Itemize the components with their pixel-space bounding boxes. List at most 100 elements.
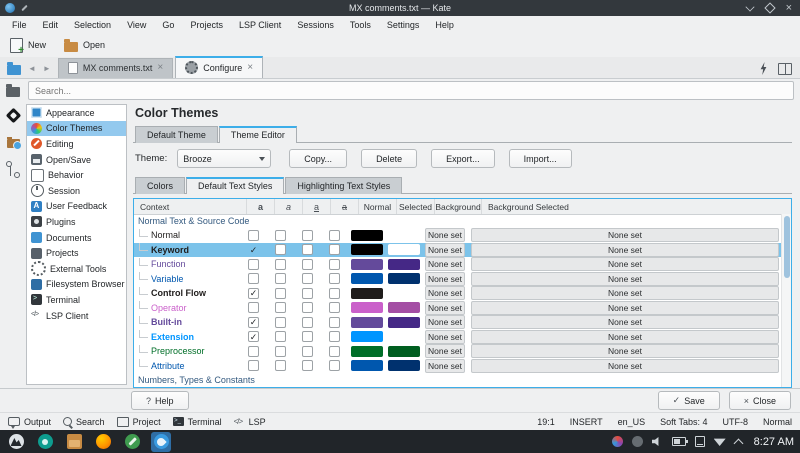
- sidebar-item-lsp-client[interactable]: LSP Client: [27, 308, 126, 324]
- normal-color-swatch[interactable]: [351, 288, 383, 299]
- help-button[interactable]: ? Help: [131, 391, 189, 410]
- sidebar-item-editing[interactable]: Editing: [27, 136, 126, 152]
- sidebar-item-open-save[interactable]: Open/Save: [27, 152, 126, 168]
- tab-default-text-styles[interactable]: Default Text Styles: [186, 177, 284, 194]
- style-checkbox-underline[interactable]: [302, 230, 313, 241]
- status-input-mode[interactable]: INSERT: [570, 417, 603, 427]
- style-row-operator[interactable]: OperatorNone setNone set: [134, 301, 782, 316]
- sidebar-item-plugins[interactable]: Plugins: [27, 214, 126, 230]
- taskbar-mx-updater-icon[interactable]: [35, 432, 55, 452]
- style-checkbox-strikethrough[interactable]: [329, 244, 340, 255]
- tab-theme-editor[interactable]: Theme Editor: [219, 126, 297, 143]
- style-checkbox-italic[interactable]: [275, 331, 286, 342]
- selected-color-swatch[interactable]: [388, 331, 420, 342]
- style-checkbox-strikethrough[interactable]: [329, 230, 340, 241]
- style-checkbox-bold[interactable]: [248, 302, 259, 313]
- background-button[interactable]: None set: [425, 228, 465, 242]
- sidebar-item-projects[interactable]: Projects: [27, 245, 126, 261]
- style-checkbox-bold[interactable]: [248, 273, 259, 284]
- normal-color-swatch[interactable]: [351, 259, 383, 270]
- import-button[interactable]: Import...: [509, 149, 572, 168]
- style-checkbox-strikethrough[interactable]: [329, 273, 340, 284]
- sidebar-item-terminal[interactable]: Terminal: [27, 292, 126, 308]
- style-checkbox-bold[interactable]: [248, 346, 259, 357]
- style-checkbox-underline[interactable]: [302, 302, 313, 313]
- style-checkbox-italic[interactable]: [275, 302, 286, 313]
- style-checkbox-italic[interactable]: [275, 360, 286, 371]
- git-branch-icon[interactable]: [10, 164, 21, 176]
- menu-lsp-client[interactable]: LSP Client: [231, 18, 289, 32]
- normal-color-swatch[interactable]: [351, 360, 383, 371]
- export-button[interactable]: Export...: [431, 149, 495, 168]
- tray-chameleon-icon[interactable]: [612, 436, 623, 447]
- style-row-extension[interactable]: Extension✓None setNone set: [134, 330, 782, 345]
- menu-sessions[interactable]: Sessions: [289, 18, 342, 32]
- background-selected-button[interactable]: None set: [471, 286, 779, 300]
- toolview-toggle-output[interactable]: Output: [8, 417, 51, 427]
- menu-file[interactable]: File: [4, 18, 35, 32]
- background-selected-button[interactable]: None set: [471, 330, 779, 344]
- selected-color-swatch[interactable]: [388, 259, 420, 270]
- tab-close-icon[interactable]: ×: [157, 64, 163, 72]
- style-checkbox-underline[interactable]: [302, 288, 313, 299]
- toolview-toggle-project[interactable]: Project: [117, 417, 161, 427]
- theme-select[interactable]: Brooze: [177, 149, 271, 168]
- tray-chevron-up-icon[interactable]: [733, 438, 743, 448]
- menu-settings[interactable]: Settings: [379, 18, 428, 32]
- normal-color-swatch[interactable]: [351, 230, 383, 241]
- selected-color-swatch[interactable]: [388, 273, 420, 284]
- style-checkbox-underline[interactable]: [302, 317, 313, 328]
- toolview-toggle-terminal[interactable]: Terminal: [173, 417, 222, 427]
- clock[interactable]: 8:27 AM: [754, 436, 794, 448]
- sidebar-item-filesystem-browser[interactable]: Filesystem Browser: [27, 277, 126, 293]
- style-checkbox-bold[interactable]: ✓: [248, 244, 259, 255]
- split-view-icon[interactable]: [778, 63, 792, 75]
- style-row-keyword[interactable]: Keyword✓None setNone set: [134, 243, 782, 258]
- style-checkbox-strikethrough[interactable]: [329, 302, 340, 313]
- style-checkbox-strikethrough[interactable]: [329, 317, 340, 328]
- tab-back-icon[interactable]: ◄: [28, 64, 36, 73]
- close-button[interactable]: × Close: [729, 391, 791, 410]
- style-checkbox-underline[interactable]: [302, 331, 313, 342]
- status-tab-settings[interactable]: Soft Tabs: 4: [660, 417, 707, 427]
- style-checkbox-underline[interactable]: [302, 346, 313, 357]
- background-selected-button[interactable]: None set: [471, 359, 779, 373]
- style-checkbox-bold[interactable]: ✓: [248, 288, 259, 299]
- background-button[interactable]: None set: [425, 344, 465, 358]
- style-checkbox-italic[interactable]: [275, 288, 286, 299]
- recent-documents-icon[interactable]: [7, 139, 20, 148]
- tray-volume-icon[interactable]: [652, 437, 663, 447]
- save-button[interactable]: ✓ Save: [658, 391, 720, 410]
- style-checkbox-italic[interactable]: [275, 230, 286, 241]
- style-row-built-in[interactable]: Built-in✓None setNone set: [134, 315, 782, 330]
- taskbar-mx-tools-icon[interactable]: [122, 432, 142, 452]
- new-button[interactable]: New: [10, 38, 46, 53]
- style-checkbox-underline[interactable]: [302, 244, 313, 255]
- style-checkbox-bold[interactable]: ✓: [248, 331, 259, 342]
- status-cursor-position[interactable]: 19:1: [537, 417, 555, 427]
- style-checkbox-underline[interactable]: [302, 360, 313, 371]
- background-selected-button[interactable]: None set: [471, 257, 779, 271]
- menu-help[interactable]: Help: [427, 18, 462, 32]
- tab-close-icon[interactable]: ×: [247, 64, 253, 72]
- background-selected-button[interactable]: None set: [471, 243, 779, 257]
- selected-color-swatch[interactable]: [388, 360, 420, 371]
- normal-color-swatch[interactable]: [351, 317, 383, 328]
- menu-view[interactable]: View: [119, 18, 154, 32]
- background-button[interactable]: None set: [425, 315, 465, 329]
- tab-forward-icon[interactable]: ►: [43, 64, 51, 73]
- selected-color-swatch[interactable]: [388, 317, 420, 328]
- style-checkbox-bold[interactable]: ✓: [248, 317, 259, 328]
- taskbar-mx-launcher-icon[interactable]: [6, 432, 26, 452]
- tab-colors[interactable]: Colors: [135, 177, 185, 194]
- menu-tools[interactable]: Tools: [342, 18, 379, 32]
- taskbar-firefox-icon[interactable]: [93, 432, 113, 452]
- quick-open-lightning-icon[interactable]: [759, 62, 768, 75]
- normal-color-swatch[interactable]: [351, 331, 383, 342]
- copy-button[interactable]: Copy...: [289, 149, 347, 168]
- toolview-toggle-lsp[interactable]: LSP: [234, 417, 266, 427]
- menu-go[interactable]: Go: [154, 18, 182, 32]
- normal-color-swatch[interactable]: [351, 273, 383, 284]
- background-button[interactable]: None set: [425, 257, 465, 271]
- style-checkbox-italic[interactable]: [275, 346, 286, 357]
